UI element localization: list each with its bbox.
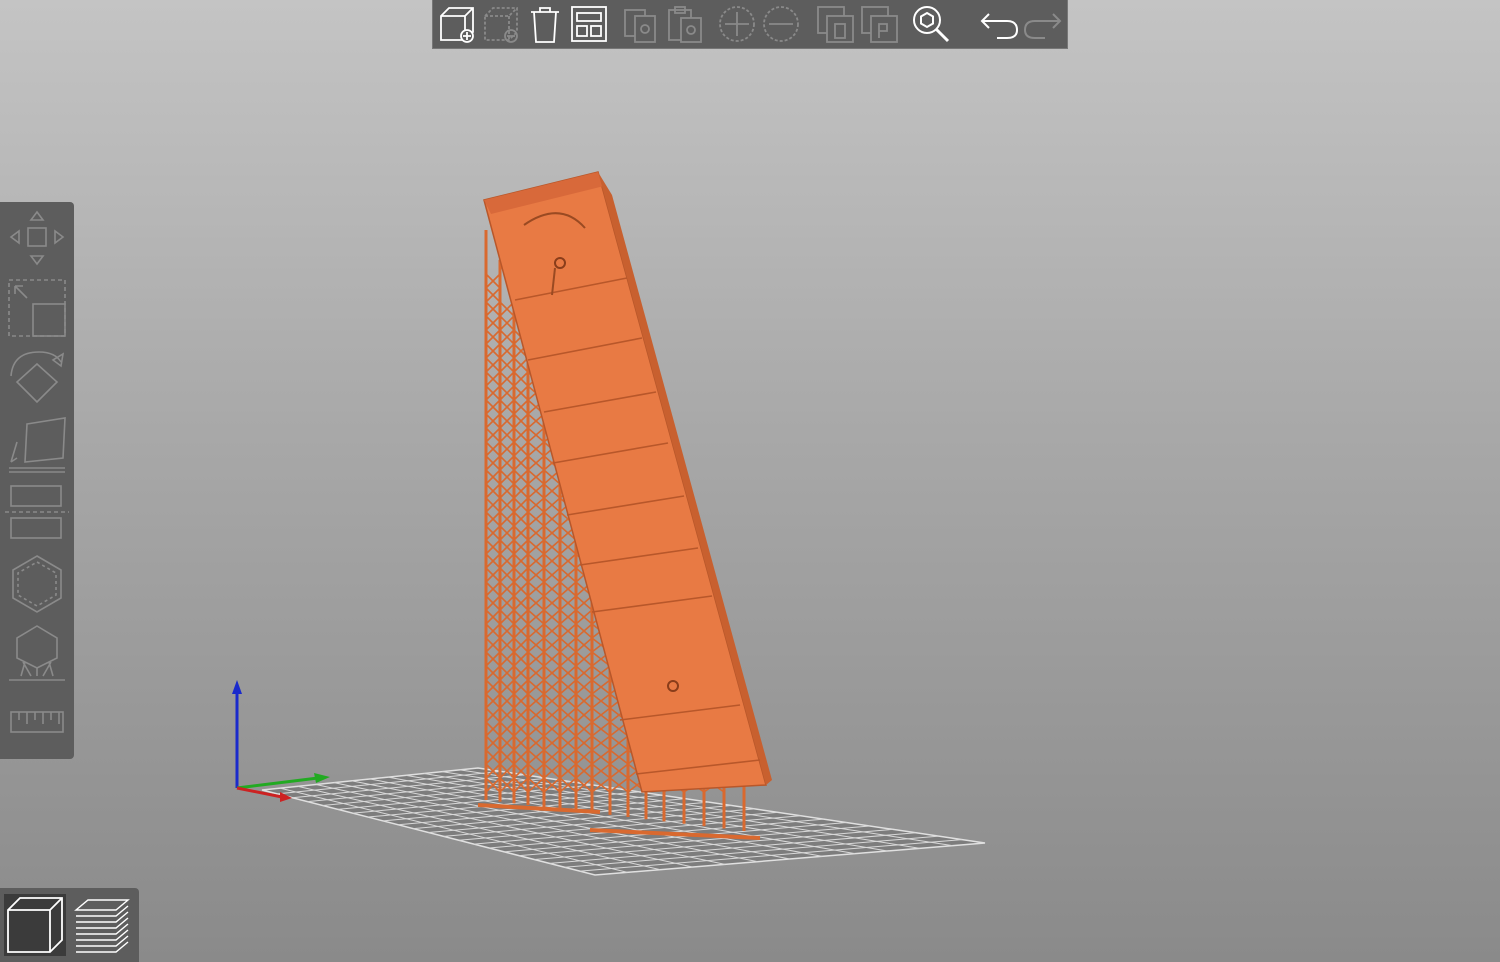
rotate-icon [10,351,65,404]
undo-button[interactable] [979,4,1019,44]
view-switch [0,888,139,962]
move-icon [9,210,65,266]
top-toolbar [432,0,1068,49]
search-button[interactable] [911,4,951,44]
measure-tool-button[interactable] [3,690,71,754]
scale-tool-button[interactable] [3,276,71,340]
support-points-tool-button[interactable] [3,622,71,686]
support-points-icon [9,625,65,681]
print-bed [261,767,986,876]
gizmo-toolbar [0,202,74,759]
hollow-tool-button[interactable] [3,552,71,616]
place-on-face-tool-button[interactable] [3,414,71,478]
split-parts-button[interactable] [859,4,899,44]
paste-button[interactable] [665,4,705,44]
split-parts-icon [861,6,898,43]
split-objects-button[interactable] [815,4,855,44]
remove-instance-icon [763,6,799,42]
add-instance-icon [719,6,755,42]
axis-y-arrow [314,773,330,783]
3d-viewport[interactable] [0,0,1500,962]
copy-icon [624,9,656,43]
redo-icon [1023,13,1062,39]
preview-layers-icon [74,899,130,953]
axis-z-arrow [232,680,242,694]
rotate-tool-button[interactable] [3,346,71,410]
delete-object-button[interactable] [481,4,521,44]
delete-all-icon [531,7,559,43]
remove-instance-button[interactable] [761,4,801,44]
axes-gizmo [232,680,330,802]
measure-icon [10,711,64,733]
copy-button[interactable] [621,4,661,44]
place-on-face-icon [9,417,66,473]
cut-icon [5,485,69,539]
undo-icon [980,13,1019,39]
view-3d-button[interactable] [4,894,66,956]
add-object-icon [440,7,474,43]
delete-object-icon [484,7,518,43]
paste-icon [668,6,702,43]
move-tool-button[interactable] [3,206,71,270]
arrange-icon [571,6,607,42]
add-object-button[interactable] [437,4,477,44]
arrange-button[interactable] [569,4,609,44]
add-instance-button[interactable] [717,4,757,44]
split-objects-icon [817,6,854,43]
search-icon [913,6,950,43]
view-preview-button[interactable] [70,894,132,956]
redo-button[interactable] [1023,4,1063,44]
hollow-icon [12,555,62,613]
cut-tool-button[interactable] [3,480,71,544]
3d-view-icon [7,897,63,953]
scale-icon [8,279,66,337]
delete-all-button[interactable] [525,4,565,44]
